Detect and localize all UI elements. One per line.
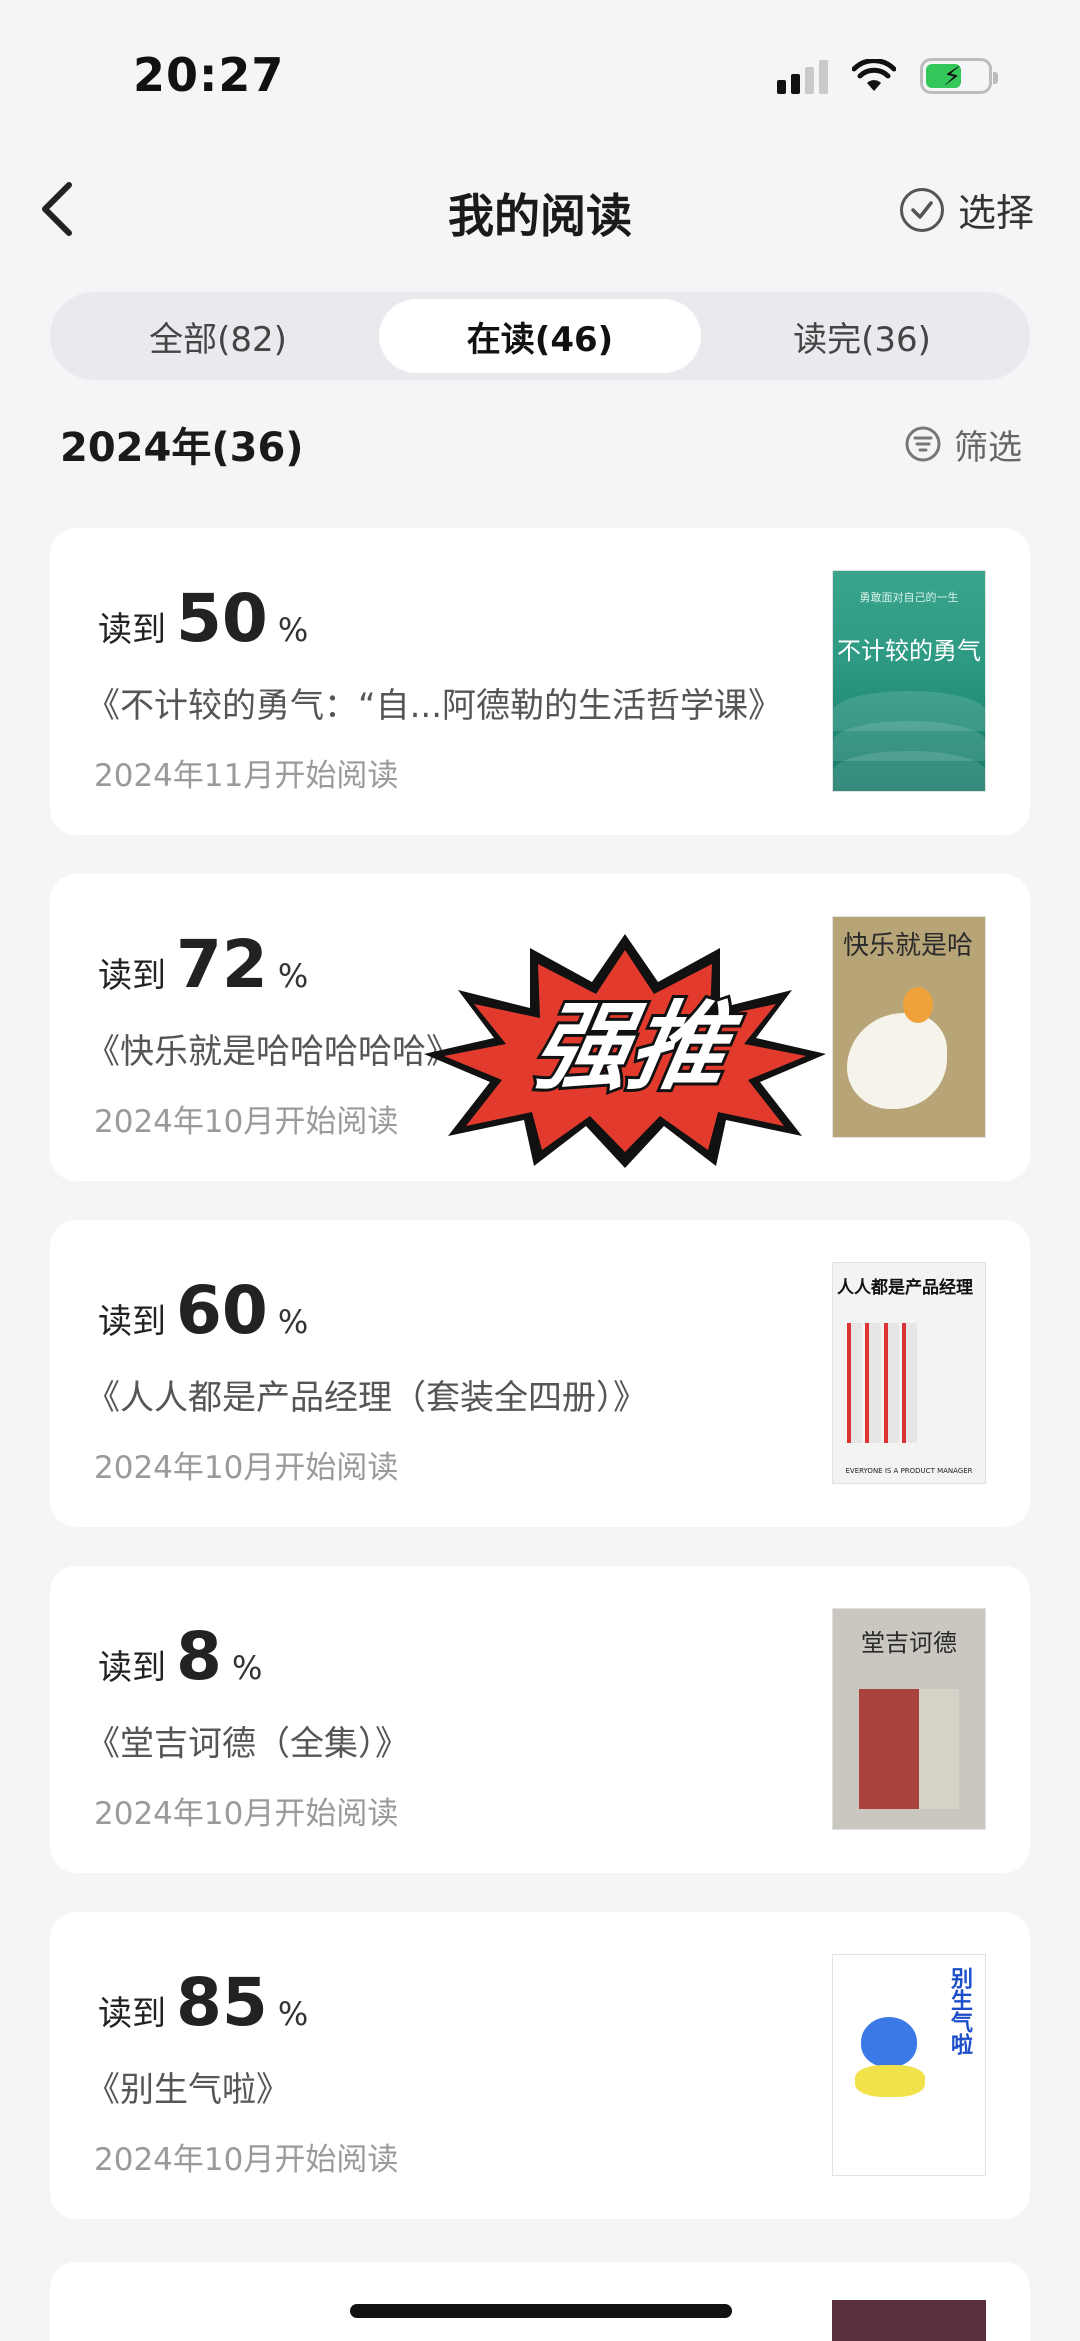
cellular-signal-icon xyxy=(777,58,828,94)
cover-caption: EVERYONE IS A PRODUCT MANAGER xyxy=(845,1467,973,1475)
recommend-sticker: 强推 xyxy=(424,934,826,1168)
home-indicator[interactable] xyxy=(350,2304,732,2318)
cat-illustration xyxy=(861,2017,917,2067)
select-button[interactable]: 选择 xyxy=(899,182,1034,237)
book-cover xyxy=(832,2300,986,2341)
book-cover[interactable]: 快乐就是哈 xyxy=(832,916,986,1138)
book-card[interactable]: 读到 60 % 《人人都是产品经理（套装全四册）》 2024年10月开始阅读 人… xyxy=(50,1220,1030,1527)
start-date: 2024年11月开始阅读 xyxy=(94,758,399,794)
progress-percent: 60 xyxy=(176,1272,268,1349)
start-date: 2024年10月开始阅读 xyxy=(94,1104,399,1140)
start-date: 2024年10月开始阅读 xyxy=(94,1450,399,1486)
start-date: 2024年10月开始阅读 xyxy=(94,2142,399,2178)
status-bar: 20:27 ⚡ xyxy=(0,0,1080,150)
reading-progress: 读到 72 % xyxy=(98,932,308,998)
tab-all[interactable]: 全部(82) xyxy=(57,299,379,373)
book-card[interactable]: 读到 85 % 《别生气啦》 2024年10月开始阅读 别生气啦 xyxy=(50,1912,1030,2219)
select-label: 选择 xyxy=(957,191,1034,235)
book-card[interactable]: 读到 50 % 《不计较的勇气：“自...阿德勒的生活哲学课》 2024年11月… xyxy=(50,528,1030,835)
filter-label: 筛选 xyxy=(954,427,1022,468)
percent-sign: % xyxy=(277,611,309,649)
cover-subtitle: 勇敢面对自己的一生 xyxy=(859,591,959,604)
book-cover[interactable]: 别生气啦 xyxy=(832,1954,986,2176)
cover-title: 快乐就是哈 xyxy=(843,931,974,961)
reading-progress: 读到 50 % xyxy=(98,586,308,652)
book-title: 《不计较的勇气：“自...阿德勒的生活哲学课》 xyxy=(86,686,783,726)
reading-progress: 读到 8 % xyxy=(98,1624,262,1690)
progress-percent: 8 xyxy=(176,1618,222,1695)
reading-status-tabs: 全部(82) 在读(46) 读完(36) xyxy=(50,292,1030,380)
book-card-partial[interactable] xyxy=(50,2262,1030,2341)
book-title: 《人人都是产品经理（套装全四册）》 xyxy=(86,1378,647,1418)
start-date: 2024年10月开始阅读 xyxy=(94,1796,399,1832)
progress-label: 读到 xyxy=(98,610,166,650)
percent-sign: % xyxy=(277,1995,309,2033)
book-title: 《别生气啦》 xyxy=(86,2070,290,2110)
book-set-illustration xyxy=(859,1689,959,1809)
progress-label: 读到 xyxy=(98,1648,166,1688)
check-circle-icon xyxy=(899,187,944,232)
progress-percent: 50 xyxy=(176,580,268,657)
year-title: 2024年(36) xyxy=(60,425,304,471)
book-cover[interactable]: 人人都是产品经理 EVERYONE IS A PRODUCT MANAGER xyxy=(832,1262,986,1484)
cover-title: 别生气啦 xyxy=(947,1967,972,2055)
book-cover[interactable]: 堂吉诃德 xyxy=(832,1608,986,1830)
book-title: 《堂吉诃德（全集）》 xyxy=(86,1724,409,1764)
progress-percent: 85 xyxy=(176,1964,268,2041)
percent-sign: % xyxy=(231,1649,263,1687)
filter-button[interactable]: 筛选 xyxy=(904,420,1022,469)
book-cover[interactable]: 勇敢面对自己的一生 不计较的勇气 xyxy=(832,570,986,792)
duck-illustration xyxy=(847,1013,947,1109)
nav-bar: 我的阅读 选择 xyxy=(0,160,1080,260)
tab-reading[interactable]: 在读(46) xyxy=(379,299,701,373)
percent-sign: % xyxy=(277,957,309,995)
status-icons: ⚡ xyxy=(777,58,998,94)
filter-icon xyxy=(905,426,941,462)
book-title: 《快乐就是哈哈哈哈哈》 xyxy=(86,1032,460,1072)
cover-title: 堂吉诃德 xyxy=(861,1629,957,1657)
percent-sign: % xyxy=(277,1303,309,1341)
year-header: 2024年(36) 筛选 xyxy=(60,414,1030,474)
book-set-illustration xyxy=(847,1323,917,1443)
progress-label: 读到 xyxy=(98,956,166,996)
cover-title: 不计较的勇气 xyxy=(837,637,981,665)
tab-finished[interactable]: 读完(36) xyxy=(701,299,1023,373)
reading-progress: 读到 60 % xyxy=(98,1278,308,1344)
wifi-icon xyxy=(852,59,896,91)
book-card[interactable]: 读到 8 % 《堂吉诃德（全集）》 2024年10月开始阅读 堂吉诃德 xyxy=(50,1566,1030,1873)
progress-label: 读到 xyxy=(98,1302,166,1342)
progress-label: 读到 xyxy=(98,1994,166,2034)
status-time: 20:27 xyxy=(133,48,285,102)
progress-percent: 72 xyxy=(176,926,268,1003)
reading-progress: 读到 85 % xyxy=(98,1970,308,2036)
sticker-text: 强推 xyxy=(525,991,749,1103)
cover-title: 人人都是产品经理 xyxy=(837,1278,973,1298)
battery-icon: ⚡ xyxy=(920,58,998,94)
